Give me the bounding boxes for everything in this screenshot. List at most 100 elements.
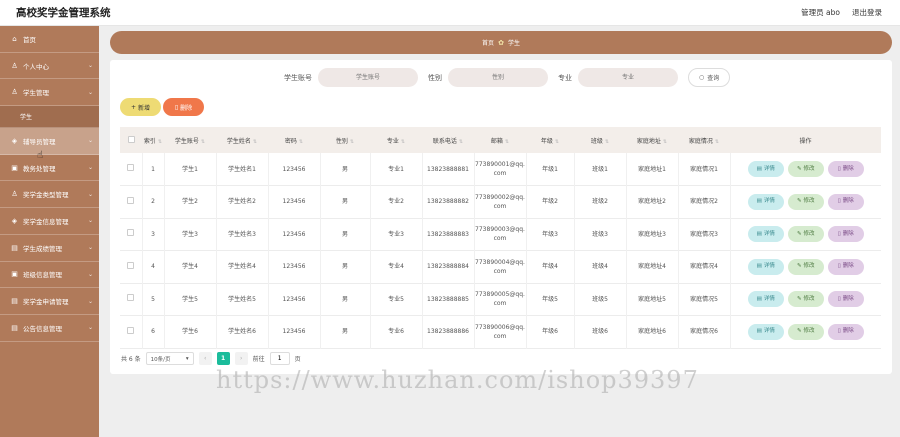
sidebar-item-2[interactable]: ♙ 个人中心 ⌄	[0, 53, 99, 80]
column-header[interactable]: 邮箱 ⇅	[474, 127, 526, 153]
page-size-select[interactable]: 10条/页 ▾	[145, 352, 194, 365]
table-cell: 男	[320, 283, 371, 316]
edit-button[interactable]: ✎ 修改	[787, 323, 824, 340]
sidebar-item-label: 教务处管理	[23, 164, 56, 173]
sidebar-item-3[interactable]: ♙ 学生管理 ⌄	[0, 79, 99, 107]
sidebar-item-5[interactable]: ▣ 教务处管理 ⌄	[0, 155, 99, 182]
edit-label: 修改	[803, 230, 815, 237]
sidebar-subitem-student[interactable]: 学生	[0, 106, 99, 129]
detail-button[interactable]: ▤ 详情	[747, 323, 784, 340]
delete-button[interactable]: ▯ 删除	[827, 193, 864, 210]
sort-icon: ⇅	[349, 138, 355, 145]
sidebar-item-1[interactable]: ⌂ 首页	[0, 26, 99, 53]
column-header[interactable]: 家庭地址 ⇅	[626, 127, 678, 153]
goto-page-input[interactable]	[269, 352, 290, 365]
row-checkbox[interactable]	[127, 294, 135, 302]
sidebar-item-label: 首页	[23, 35, 36, 44]
table-cell: 学生3	[164, 218, 217, 251]
table-cell: 13823888881	[422, 153, 475, 186]
table-cell: 773890002@qq.com	[474, 185, 527, 218]
trash-icon: ▯	[837, 263, 841, 270]
delete-label: 删除	[842, 198, 854, 205]
search-button[interactable]: ○ 查询	[688, 68, 731, 87]
search-input-major[interactable]	[578, 68, 678, 87]
sidebar-item-10[interactable]: ▤ 奖学金申请管理 ⌄	[0, 288, 99, 315]
table-row: 4 学生4 学生姓名4 123456 男专业4 13823888884 773890004@…	[120, 250, 881, 283]
row-actions-cell: ▤ 详情 ✎ 修改 ▯ 删除	[730, 283, 881, 316]
total-count: 共 6 条	[121, 356, 141, 363]
table-cell: 年级1	[526, 153, 575, 186]
table-row: 6 学生6 学生姓名6 123456 男专业6 13823888886 773890006@…	[120, 315, 881, 348]
breadcrumb-home[interactable]: 首页	[482, 38, 494, 47]
sidebar-item-7[interactable]: ◈ 奖学金信息管理 ⌄	[0, 208, 99, 235]
table-cell: 学生2	[164, 185, 217, 218]
table-cell: 123456	[268, 315, 321, 348]
delete-button[interactable]: ▯ 删除	[827, 161, 864, 177]
prev-page-button[interactable]: ‹	[198, 352, 212, 365]
table-row: 3 学生3 学生姓名3 123456 男专业3 13823888883 773890003@…	[120, 218, 881, 251]
detail-button[interactable]: ▤ 详情	[747, 258, 784, 275]
detail-button[interactable]: ▤ 详情	[747, 161, 784, 177]
sidebar-item-8[interactable]: ▤ 学生成绩管理 ⌄	[0, 235, 99, 262]
next-page-button[interactable]: ›	[234, 352, 248, 365]
detail-button[interactable]: ▤ 详情	[747, 291, 784, 308]
edit-button[interactable]: ✎ 修改	[787, 291, 824, 308]
batch-delete-button[interactable]: ▯ 删除	[163, 98, 204, 116]
row-checkbox[interactable]	[127, 261, 135, 269]
edit-button[interactable]: ✎ 修改	[787, 161, 824, 177]
column-header[interactable]: 性别 ⇅	[320, 127, 370, 153]
select-all-checkbox[interactable]	[127, 135, 135, 143]
sort-icon: ⇅	[504, 138, 510, 145]
sort-icon: ⇅	[200, 138, 206, 145]
edit-label: 修改	[803, 165, 815, 172]
edit-button[interactable]: ✎ 修改	[787, 258, 824, 275]
column-header-label: 学生账号	[174, 137, 199, 145]
logout-link[interactable]: 退出登录	[852, 7, 882, 18]
column-header[interactable]: 年级 ⇅	[526, 127, 574, 153]
add-button[interactable]: + 新增	[120, 98, 161, 116]
column-header[interactable]: 学生姓名 ⇅	[216, 127, 268, 153]
column-header[interactable]: 班级 ⇅	[574, 127, 626, 153]
row-checkbox[interactable]	[127, 196, 135, 204]
delete-button[interactable]: ▯ 删除	[827, 323, 864, 340]
detail-button[interactable]: ▤ 详情	[747, 193, 784, 210]
table-cell: 学生姓名3	[216, 218, 269, 251]
edit-icon: ✎	[796, 230, 802, 237]
delete-button[interactable]: ▯ 删除	[827, 226, 864, 243]
sidebar-item-6[interactable]: ♙ 奖学金类型管理 ⌄	[0, 181, 99, 209]
table-cell: 学生姓名1	[216, 153, 269, 186]
detail-button[interactable]: ▤ 详情	[747, 226, 784, 243]
row-checkbox[interactable]	[127, 164, 135, 171]
column-header[interactable]: 专业 ⇅	[370, 127, 422, 153]
app-title: 高校奖学金管理系统	[16, 7, 111, 19]
top-bar: 高校奖学金管理系统 管理员 abo 退出登录	[0, 0, 900, 26]
sidebar-item-4[interactable]: ◈ 辅导员管理 ⌄	[0, 128, 99, 155]
edit-button[interactable]: ✎ 修改	[787, 193, 824, 210]
edit-button[interactable]: ✎ 修改	[787, 226, 824, 243]
row-actions-cell: ▤ 详情 ✎ 修改 ▯ 删除	[730, 186, 881, 219]
table-cell: 男	[320, 153, 371, 186]
page-number-current[interactable]: 1	[216, 352, 230, 365]
edit-label: 修改	[803, 295, 815, 302]
table-cell: 家庭情况1	[678, 153, 731, 186]
delete-button[interactable]: ▯ 删除	[827, 291, 864, 308]
column-header-label: 家庭情况	[688, 137, 713, 145]
table-cell: 773890001@qq.com	[474, 153, 527, 186]
table-cell: 家庭地址2	[626, 185, 679, 218]
sort-icon: ⇅	[400, 138, 406, 145]
search-input-account[interactable]	[318, 68, 418, 87]
table-cell: 班级1	[574, 153, 627, 186]
table-cell: 学生姓名2	[216, 185, 269, 218]
column-header[interactable]: 索引 ⇅	[142, 127, 164, 153]
sidebar-item-11[interactable]: ▤ 公告信息管理 ⌄	[0, 315, 99, 342]
column-header[interactable]: 密码 ⇅	[268, 127, 320, 153]
search-input-gender[interactable]	[448, 68, 548, 87]
column-header[interactable]: 学生账号 ⇅	[164, 127, 216, 153]
column-header[interactable]: 家庭情况 ⇅	[678, 127, 730, 153]
column-header[interactable]: 联系电话 ⇅	[422, 127, 474, 153]
doc-icon: ▤	[11, 243, 18, 252]
row-checkbox[interactable]	[127, 229, 135, 237]
delete-button[interactable]: ▯ 删除	[827, 258, 864, 275]
sidebar-item-9[interactable]: ▣ 班级信息管理 ⌄	[0, 262, 99, 289]
row-checkbox[interactable]	[127, 326, 135, 334]
